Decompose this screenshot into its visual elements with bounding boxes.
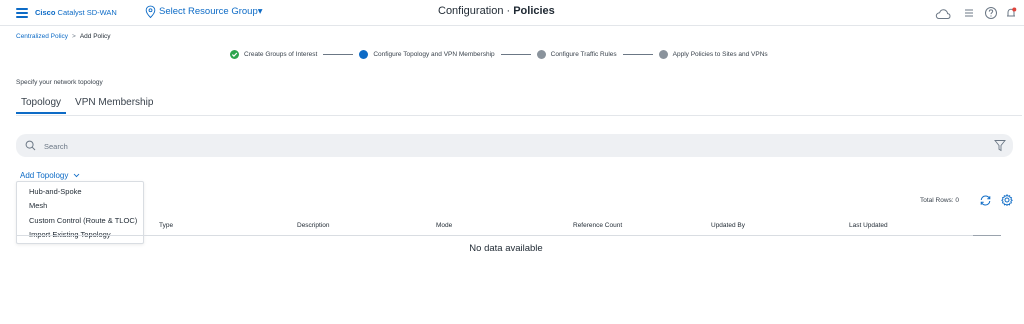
refresh-icon[interactable]	[979, 194, 992, 207]
step-apply-policies[interactable]: Apply Policies to Sites and VPNs	[658, 49, 768, 59]
list-icon[interactable]	[962, 6, 976, 20]
step-label: Apply Policies to Sites and VPNs	[672, 50, 768, 58]
location-pin-icon	[145, 5, 156, 19]
column-header-updated-by[interactable]: Updated By	[711, 222, 745, 229]
menu-icon[interactable]	[16, 8, 28, 18]
section-instruction: Specify your network topology	[16, 79, 103, 86]
page-title-bold: Policies	[513, 5, 555, 17]
step-connector	[622, 53, 653, 55]
brand-bold: Cisco	[35, 8, 56, 17]
empty-table-message: No data available	[469, 243, 543, 254]
step-create-groups[interactable]: Create Groups of Interest	[230, 49, 318, 59]
table-header-divider	[16, 235, 1001, 236]
table-header: Type Description Mode Reference Count Up…	[16, 220, 1001, 234]
top-navbar: Cisco Catalyst SD-WAN Select Resource Gr…	[0, 0, 1024, 26]
breadcrumb-link-centralized-policy[interactable]: Centralized Policy	[16, 33, 68, 40]
tab-vpn-membership[interactable]: VPN Membership	[70, 97, 158, 113]
help-icon[interactable]	[984, 6, 998, 20]
step-pending-indicator-icon	[658, 49, 668, 59]
step-pending-indicator-icon	[536, 49, 546, 59]
step-current-indicator-icon	[359, 49, 369, 59]
add-topology-button[interactable]: Add Topology	[20, 171, 80, 180]
menu-item-mesh[interactable]: Mesh	[17, 199, 143, 213]
policy-wizard-stepper: Create Groups of Interest Configure Topo…	[230, 48, 768, 60]
column-header-type[interactable]: Type	[159, 222, 173, 229]
menu-item-hub-and-spoke[interactable]: Hub-and-Spoke	[17, 185, 143, 199]
breadcrumb: Centralized Policy > Add Policy	[16, 33, 111, 40]
cloud-icon[interactable]	[935, 7, 951, 21]
breadcrumb-current: Add Policy	[79, 33, 111, 40]
tab-topology[interactable]: Topology	[16, 97, 67, 114]
breadcrumb-separator: >	[72, 33, 76, 40]
filter-icon[interactable]	[994, 139, 1006, 152]
search-icon	[25, 140, 36, 151]
add-topology-label: Add Topology	[20, 171, 69, 180]
page-title: Configuration · Policies	[438, 5, 555, 17]
column-header-mode[interactable]: Mode	[436, 222, 452, 229]
step-connector	[500, 53, 531, 55]
search-bar[interactable]: Search	[16, 134, 1013, 157]
tabs-divider	[16, 115, 1022, 116]
step-label: Configure Traffic Rules	[550, 50, 617, 58]
notification-bell-icon[interactable]	[1004, 6, 1018, 20]
brand-logo[interactable]: Cisco Catalyst SD-WAN	[35, 8, 117, 17]
search-input[interactable]: Search	[44, 142, 68, 151]
step-label: Create Groups of Interest	[244, 50, 318, 58]
chevron-down-icon	[73, 174, 79, 178]
brand-name: Catalyst SD-WAN	[57, 8, 117, 17]
topology-tabs: Topology VPN Membership	[16, 97, 158, 114]
column-header-description[interactable]: Description	[297, 222, 330, 229]
step-complete-check-icon	[230, 49, 239, 59]
page-title-prefix: Configuration ·	[438, 5, 511, 17]
column-header-reference-count[interactable]: Reference Count	[573, 222, 622, 229]
resource-group-select[interactable]: Select Resource Group▾	[159, 6, 263, 17]
step-configure-topology[interactable]: Configure Topology and VPN Membership	[359, 49, 495, 59]
gear-icon[interactable]	[1001, 194, 1013, 206]
step-configure-traffic-rules[interactable]: Configure Traffic Rules	[536, 49, 617, 59]
step-label: Configure Topology and VPN Membership	[373, 50, 495, 58]
table-scroll-indicator	[973, 235, 1001, 236]
column-header-last-updated[interactable]: Last Updated	[849, 222, 888, 229]
step-connector	[323, 53, 354, 55]
total-rows-count: Total Rows: 0	[920, 197, 960, 204]
